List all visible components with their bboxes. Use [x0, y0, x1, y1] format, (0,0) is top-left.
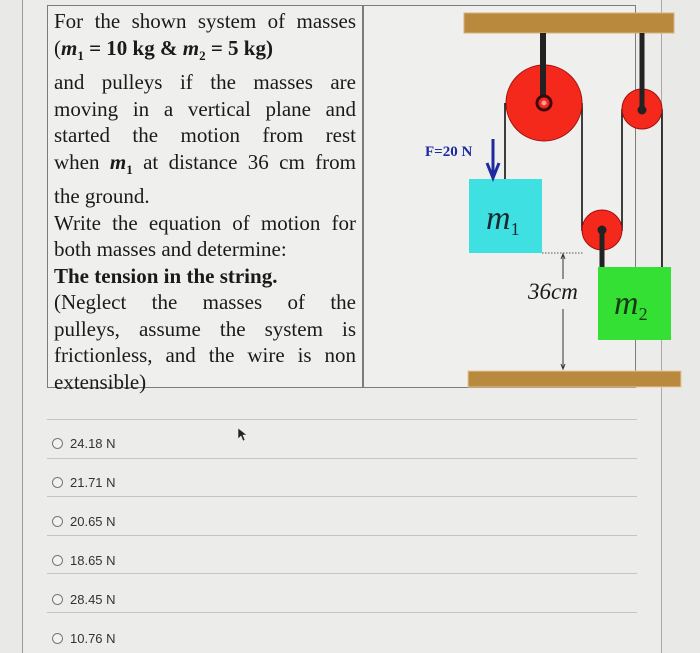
question-line: and pulleys if the masses are [54, 70, 356, 95]
question-line: extensible) [54, 369, 147, 394]
table-column-divider [362, 6, 364, 387]
question-line: the ground. [54, 184, 150, 209]
m1-symbol: m1 [61, 35, 84, 63]
mouse-cursor-icon [238, 428, 248, 442]
radio-button[interactable] [52, 515, 63, 527]
pulley-axle-center [541, 100, 547, 106]
page-left-border [22, 0, 23, 653]
question-table: For the shown system of masses (m1 = 10 … [47, 5, 682, 394]
question-masses-line: (m1 = 10 kg & m2 = 5 kg) [54, 35, 356, 70]
question-line: both masses and determine: [54, 237, 287, 262]
option-20-65[interactable]: 20.65 N [47, 506, 116, 536]
radio-button[interactable] [52, 593, 63, 605]
option-label: 21.71 N [70, 474, 116, 490]
question-line: Write the equation of motion for [54, 210, 356, 235]
radio-button[interactable] [52, 554, 63, 566]
m1-symbol: m1 [109, 149, 133, 177]
question-task: The tension in the string. [54, 263, 278, 288]
option-separator [47, 573, 637, 574]
option-21-71[interactable]: 21.71 N [47, 467, 116, 497]
radio-button[interactable] [52, 437, 63, 449]
open-paren: ( [54, 35, 61, 60]
question-line: moving in a vertical plane and [54, 96, 356, 121]
ceiling-beam [463, 12, 675, 34]
question-line: started the motion from rest [54, 123, 356, 148]
question-text: For the shown system of masses (m1 = 10 … [54, 8, 356, 395]
pulley-diagram: F=20 N m1 m2 36cm [410, 11, 684, 394]
option-separator [47, 612, 637, 613]
option-28-45[interactable]: 28.45 N [47, 584, 116, 614]
question-line: pulleys, assume the system is [54, 316, 356, 341]
question-line: For the shown system of masses [54, 9, 356, 33]
pulley-axle [637, 105, 647, 115]
option-separator [47, 535, 637, 536]
m1-value: = 10 kg & [83, 35, 183, 60]
option-24-18[interactable]: 24.18 N [47, 428, 116, 458]
distance-label: 36cm [527, 279, 578, 304]
pulley-axle [597, 225, 607, 235]
m2-symbol: m2 [182, 35, 206, 63]
option-separator [47, 496, 637, 497]
option-label: 20.65 N [70, 513, 116, 529]
force-label: F=20 N [425, 144, 472, 160]
radio-button[interactable] [52, 476, 63, 488]
option-label: 28.45 N [70, 591, 116, 607]
option-10-76[interactable]: 10.76 N [47, 623, 116, 653]
question-line: frictionless, and the wire is non [54, 343, 356, 368]
option-separator [47, 419, 637, 420]
ground-beam [467, 370, 682, 388]
option-label: 24.18 N [70, 435, 116, 451]
m2-value: = 5 kg) [205, 35, 273, 60]
radio-button[interactable] [52, 632, 63, 644]
option-separator [47, 458, 637, 459]
question-distance-line: when m1 at distance 36 cm from [54, 149, 356, 177]
option-label: 10.76 N [70, 630, 116, 646]
option-18-65[interactable]: 18.65 N [47, 545, 116, 575]
option-label: 18.65 N [70, 552, 116, 568]
question-line: (Neglect the masses of the [54, 290, 356, 315]
